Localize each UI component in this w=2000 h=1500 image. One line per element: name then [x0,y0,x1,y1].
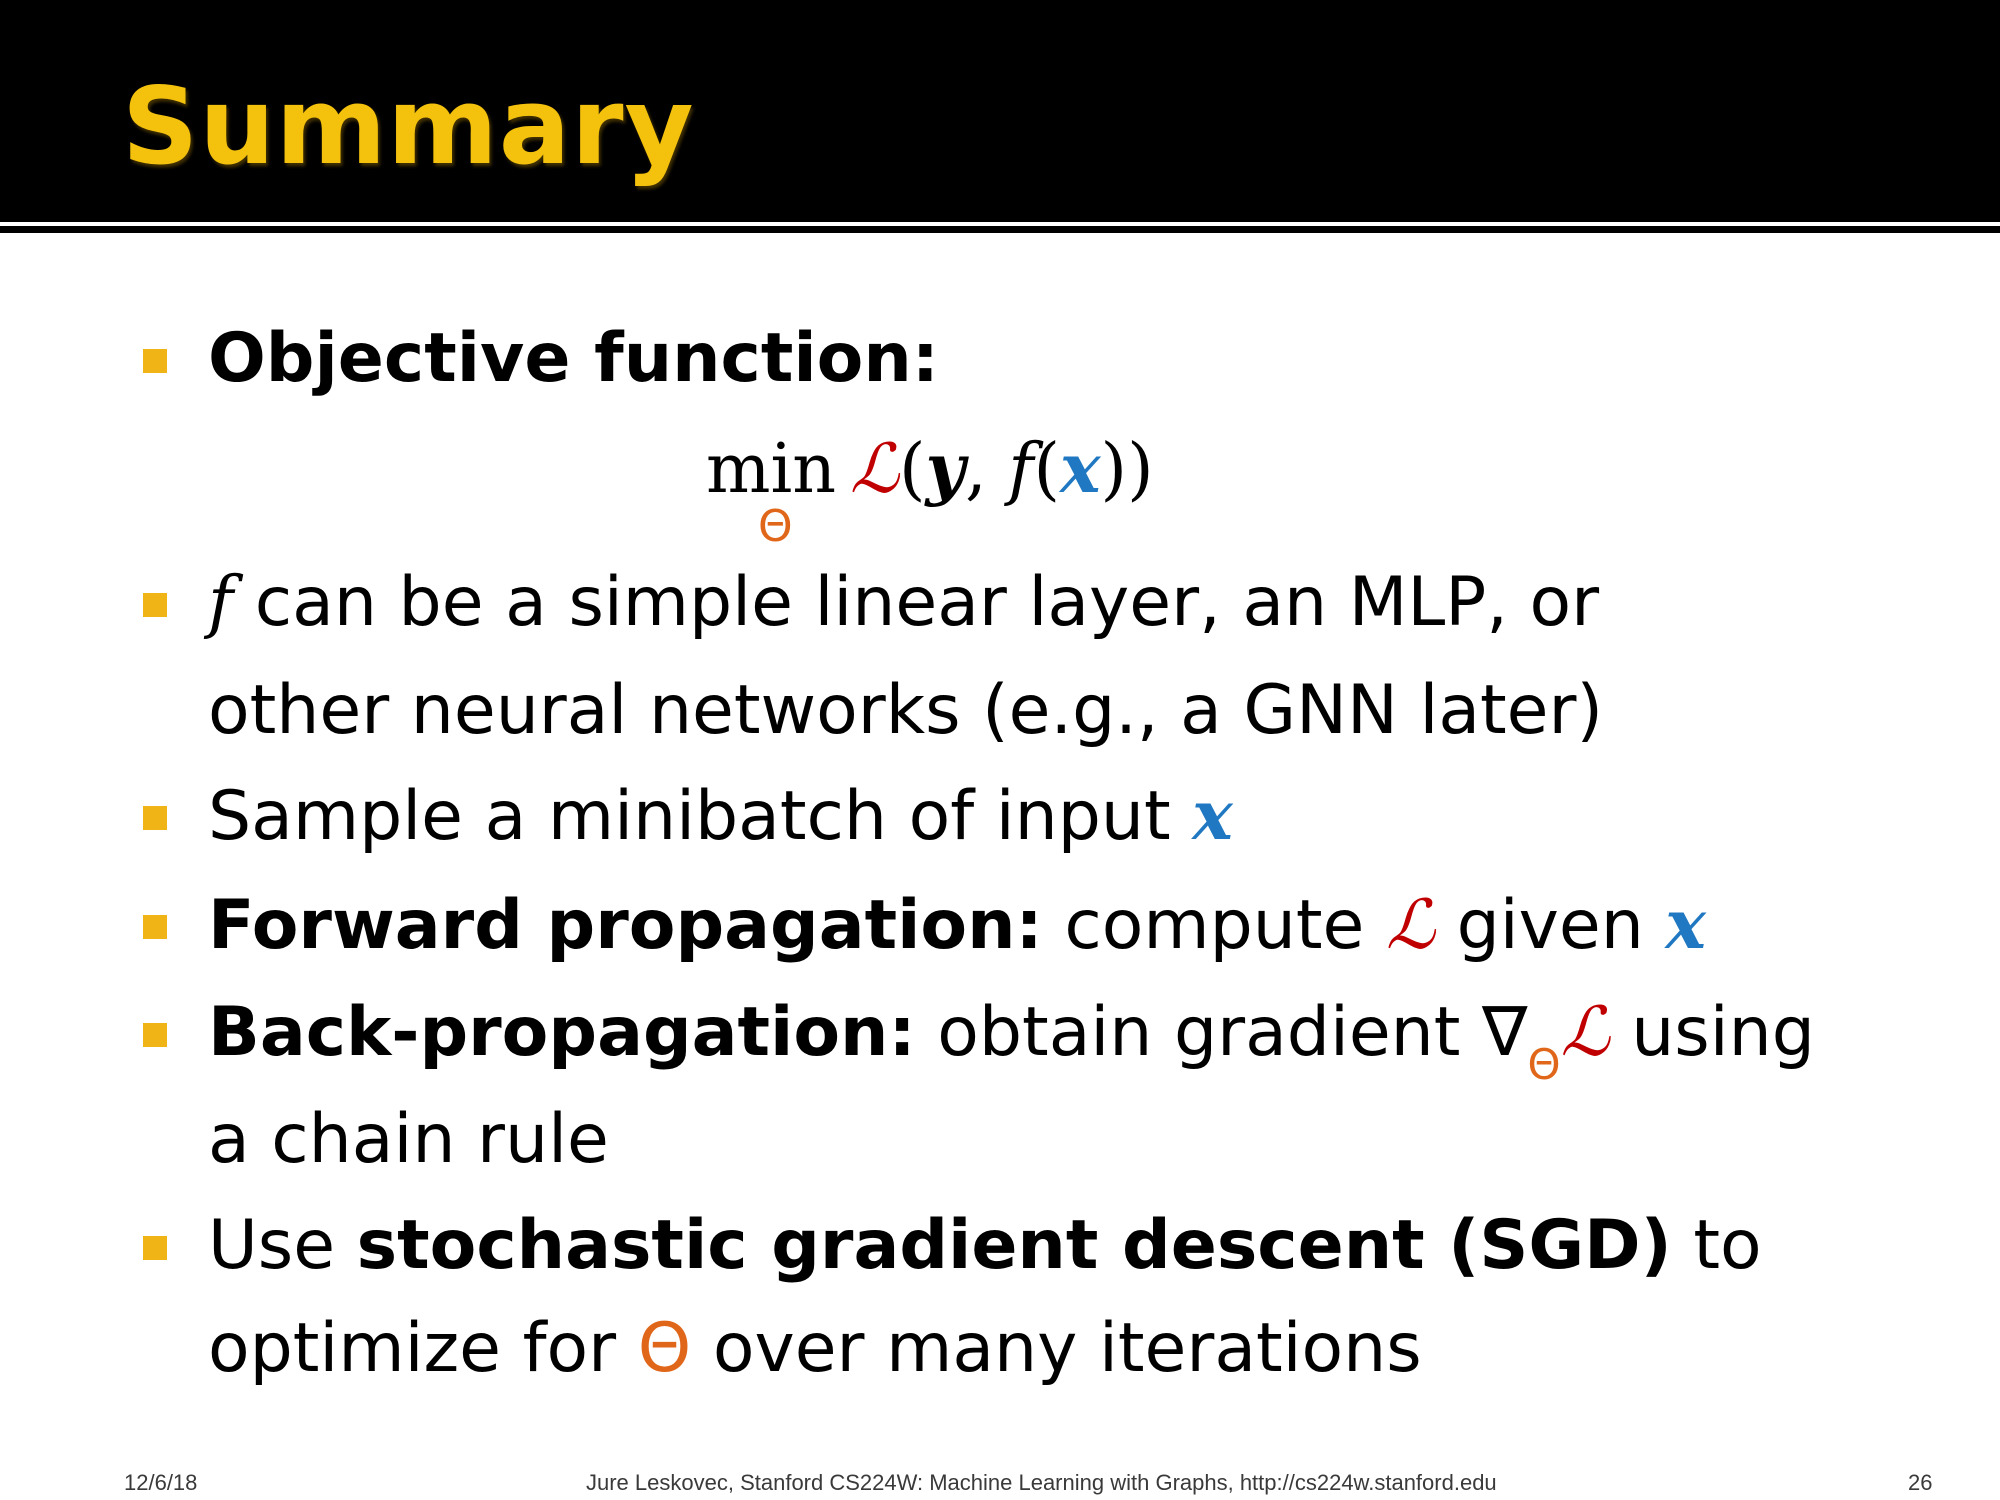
footer-date: 12/6/18 [124,1470,198,1495]
bullet-marker [143,806,167,830]
bullet-backprop-text: obtain gradient ∇ [915,993,1528,1072]
bullet-sgd-label: stochastic gradient descent (SGD) [356,1206,1672,1285]
bullet-f-symbol: f [208,563,234,642]
bullet-sgd-text2: to [1671,1206,1762,1285]
title-divider [0,226,2000,233]
bullet-objective-label: Objective function: [208,319,939,398]
bullet-sgd-theta: Θ [637,1309,692,1388]
bullet-marker [143,593,167,617]
bullet-backprop-loss: ℒ [1560,993,1610,1072]
bullet-backprop-label: Back-propagation: [208,993,916,1072]
bullet-forward-text2: given [1434,886,1666,965]
bullet-f-text: can be a simple linear layer, an MLP, or [233,563,1600,642]
bullet-minibatch-text: Sample a minibatch of input [208,777,1193,856]
bullet-f-line2: other neural networks (e.g., a GNN later… [208,671,1603,750]
formula-theta-subscript: Θ [758,501,793,552]
bullet-marker [143,1023,167,1047]
formula-close: )) [1100,430,1154,509]
bullet-forward-x: x [1665,885,1706,965]
bullet-f-line1: f can be a simple linear layer, an MLP, … [208,558,1599,648]
footer-page-number: 26 [1908,1470,1933,1495]
bullet-sgd-line1: Use stochastic gradient descent (SGD) to [208,1201,1762,1291]
bullet-backprop-theta: Θ [1527,1040,1561,1089]
formula-paren: ( [899,430,926,509]
bullet-sgd-line2a: optimize for [208,1309,638,1388]
bullet-minibatch-x: x [1192,776,1233,856]
bullet-sgd-line2b: over many iterations [691,1309,1422,1388]
bullet-sgd-line2: optimize for Θ over many iterations [208,1304,1422,1394]
formula-f: f [1008,430,1034,509]
bullet-backprop-text2: using [1609,993,1815,1072]
slide-title: Summary [122,65,695,188]
formula-loss: ℒ [850,430,900,509]
bullet-backprop-line1: Back-propagation: obtain gradient ∇Θℒ us… [208,988,1815,1089]
bullet-sgd-text: Use [208,1206,357,1285]
formula-x: x [1060,429,1101,509]
bullet-minibatch: Sample a minibatch of input x [208,771,1233,862]
bullet-marker [143,915,167,939]
bullet-forward-text: compute [1042,886,1386,965]
bullet-marker [143,1236,167,1260]
bullet-forward: Forward propagation: compute ℒ given x [208,880,1706,971]
formula-min: min [706,430,837,509]
footer-credit: Jure Leskovec, Stanford CS224W: Machine … [586,1470,1497,1495]
formula-y: y [925,429,966,509]
bullet-marker [143,349,167,373]
bullet-forward-label: Forward propagation: [208,886,1043,965]
bullet-forward-loss: ℒ [1385,886,1435,965]
formula-comma: , [965,430,1009,509]
bullet-objective: Objective function: [208,314,939,404]
bullet-backprop-line2: a chain rule [208,1100,609,1179]
formula-paren2: ( [1033,430,1060,509]
